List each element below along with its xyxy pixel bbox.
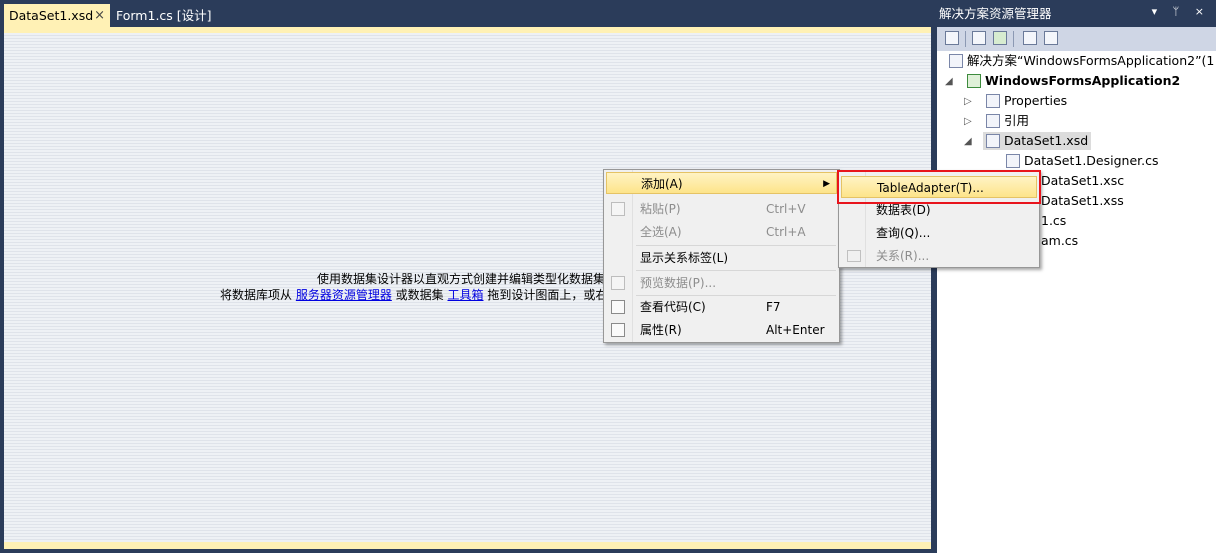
- references-icon: [986, 114, 1000, 128]
- node-label: Properties: [1004, 93, 1068, 108]
- add-submenu: TableAdapter(T)... 数据表(D) 查询(Q)... 关系(R)…: [838, 170, 1040, 268]
- solution-tree: [937, 51, 1216, 553]
- relation-icon: [847, 250, 861, 262]
- toolbar-separator: [965, 31, 966, 47]
- menu-item-shortcut: Alt+Enter: [766, 323, 825, 337]
- menu-item-add[interactable]: 添加(A) ▶: [606, 172, 837, 194]
- submenu-item-query[interactable]: 查询(Q)...: [841, 222, 1037, 244]
- toolbox-link[interactable]: 工具箱: [447, 288, 483, 302]
- view-designer-icon[interactable]: [1044, 31, 1058, 45]
- toolbar-separator: [1013, 31, 1014, 47]
- tree-node-references[interactable]: 引用: [986, 112, 1029, 130]
- tree-node-dataset-xsd[interactable]: DataSet1.xsd: [983, 132, 1092, 150]
- preview-data-icon: [611, 276, 625, 290]
- dataset-icon: [986, 134, 1000, 148]
- menu-separator: [636, 270, 836, 271]
- csharp-project-icon: [967, 74, 981, 88]
- designer-context-menu: 添加(A) ▶ 粘贴(P) Ctrl+V 全选(A) Ctrl+A 显示关系标签…: [603, 169, 840, 343]
- menu-item-label: 粘贴(P): [640, 202, 681, 216]
- menu-item-label: 数据表(D): [876, 203, 931, 217]
- menu-item-label: 查询(Q)...: [876, 226, 931, 240]
- menu-item-label: 查看代码(C): [640, 300, 706, 314]
- hint-text: 将数据库项从: [220, 288, 296, 302]
- tab-label: DataSet1.xsd: [9, 8, 94, 23]
- submenu-item-tableadapter[interactable]: TableAdapter(T)...: [841, 176, 1037, 198]
- tree-node-program[interactable]: am.cs: [1041, 232, 1078, 250]
- paste-icon: [611, 202, 625, 216]
- node-label: DataSet1.Designer.cs: [1024, 153, 1159, 168]
- node-label: WindowsFormsApplication2: [985, 73, 1181, 88]
- menu-item-preview-data[interactable]: 预览数据(P)...: [606, 272, 837, 294]
- solution-icon: [949, 54, 963, 68]
- tree-node-form1[interactable]: 1.cs: [1041, 212, 1066, 230]
- tree-node-project[interactable]: WindowsFormsApplication2: [967, 72, 1180, 90]
- chevron-down-icon[interactable]: ◢: [964, 136, 972, 147]
- properties-folder-icon: [986, 94, 1000, 108]
- node-label: am.cs: [1041, 233, 1079, 248]
- node-label: DataSet1.xsc: [1041, 173, 1125, 188]
- designer-hint-line1: 使用数据集设计器以直观方式创建并编辑类型化数据集: [317, 272, 606, 286]
- node-label: DataSet1.xss: [1041, 193, 1124, 208]
- refresh-icon[interactable]: [993, 31, 1007, 45]
- tree-node-xsc[interactable]: DataSet1.xsc: [1041, 172, 1124, 190]
- solution-explorer-title: 解决方案资源管理器: [939, 6, 1052, 21]
- menu-item-shortcut: Ctrl+A: [766, 225, 806, 239]
- tree-node-designer-cs[interactable]: DataSet1.Designer.cs: [1006, 152, 1159, 170]
- menu-item-label: 全选(A): [640, 225, 682, 239]
- properties-icon[interactable]: [945, 31, 959, 45]
- panel-window-buttons[interactable]: ▾ ᛘ ×: [1152, 5, 1210, 18]
- chevron-down-icon[interactable]: ◢: [945, 76, 953, 87]
- node-label: 解决方案“WindowsFormsApplication2”(1 个: [967, 53, 1216, 68]
- tab-dataset1-xsd[interactable]: DataSet1.xsd ×: [4, 4, 110, 27]
- menu-item-label: 添加(A): [641, 177, 683, 191]
- submenu-item-datatable[interactable]: 数据表(D): [841, 199, 1037, 221]
- cs-file-icon: [1006, 154, 1020, 168]
- menu-item-label: 显示关系标签(L): [640, 251, 729, 265]
- tree-node-solution[interactable]: 解决方案“WindowsFormsApplication2”(1 个: [949, 52, 1216, 70]
- close-icon[interactable]: ×: [94, 4, 105, 27]
- menu-item-label: 关系(R)...: [876, 249, 930, 263]
- hint-text: 或数据集: [391, 288, 448, 302]
- node-label: 1.cs: [1041, 213, 1067, 228]
- chevron-right-icon[interactable]: ▷: [964, 96, 972, 107]
- hint-text: 拖到设计图面上，或右: [483, 288, 608, 302]
- properties-icon: [611, 323, 625, 337]
- menu-item-shortcut: Ctrl+V: [766, 202, 806, 216]
- view-code-icon: [611, 300, 625, 314]
- tree-node-xss[interactable]: DataSet1.xss: [1041, 192, 1124, 210]
- designer-hint-line2: 将数据库项从 服务器资源管理器 或数据集 工具箱 拖到设计图面上，或右: [220, 286, 607, 303]
- menu-item-paste[interactable]: 粘贴(P) Ctrl+V: [606, 198, 837, 220]
- menu-item-show-relation-labels[interactable]: 显示关系标签(L): [606, 247, 837, 269]
- chevron-right-icon[interactable]: ▷: [964, 116, 972, 127]
- menu-separator: [636, 245, 836, 246]
- node-label: DataSet1.xsd: [1004, 133, 1089, 148]
- menu-item-label: 属性(R): [640, 323, 682, 337]
- menu-item-view-code[interactable]: 查看代码(C) F7: [606, 296, 837, 318]
- menu-item-shortcut: F7: [766, 300, 781, 314]
- menu-item-label: 预览数据(P)...: [640, 276, 717, 290]
- tab-form1-design[interactable]: Form1.cs [设计]: [116, 4, 212, 27]
- menu-item-label: TableAdapter(T)...: [877, 181, 984, 195]
- solution-explorer-toolbar: [937, 27, 1216, 51]
- menu-item-select-all[interactable]: 全选(A) Ctrl+A: [606, 221, 837, 243]
- tree-node-properties[interactable]: Properties: [986, 92, 1067, 110]
- submenu-arrow-icon: ▶: [823, 179, 830, 189]
- view-code-icon[interactable]: [1023, 31, 1037, 45]
- show-all-files-icon[interactable]: [972, 31, 986, 45]
- menu-item-properties[interactable]: 属性(R) Alt+Enter: [606, 319, 837, 341]
- node-label: 引用: [1004, 113, 1030, 128]
- tab-label: Form1.cs [设计]: [116, 8, 212, 23]
- server-explorer-link[interactable]: 服务器资源管理器: [296, 288, 392, 302]
- submenu-item-relation[interactable]: 关系(R)...: [841, 245, 1037, 267]
